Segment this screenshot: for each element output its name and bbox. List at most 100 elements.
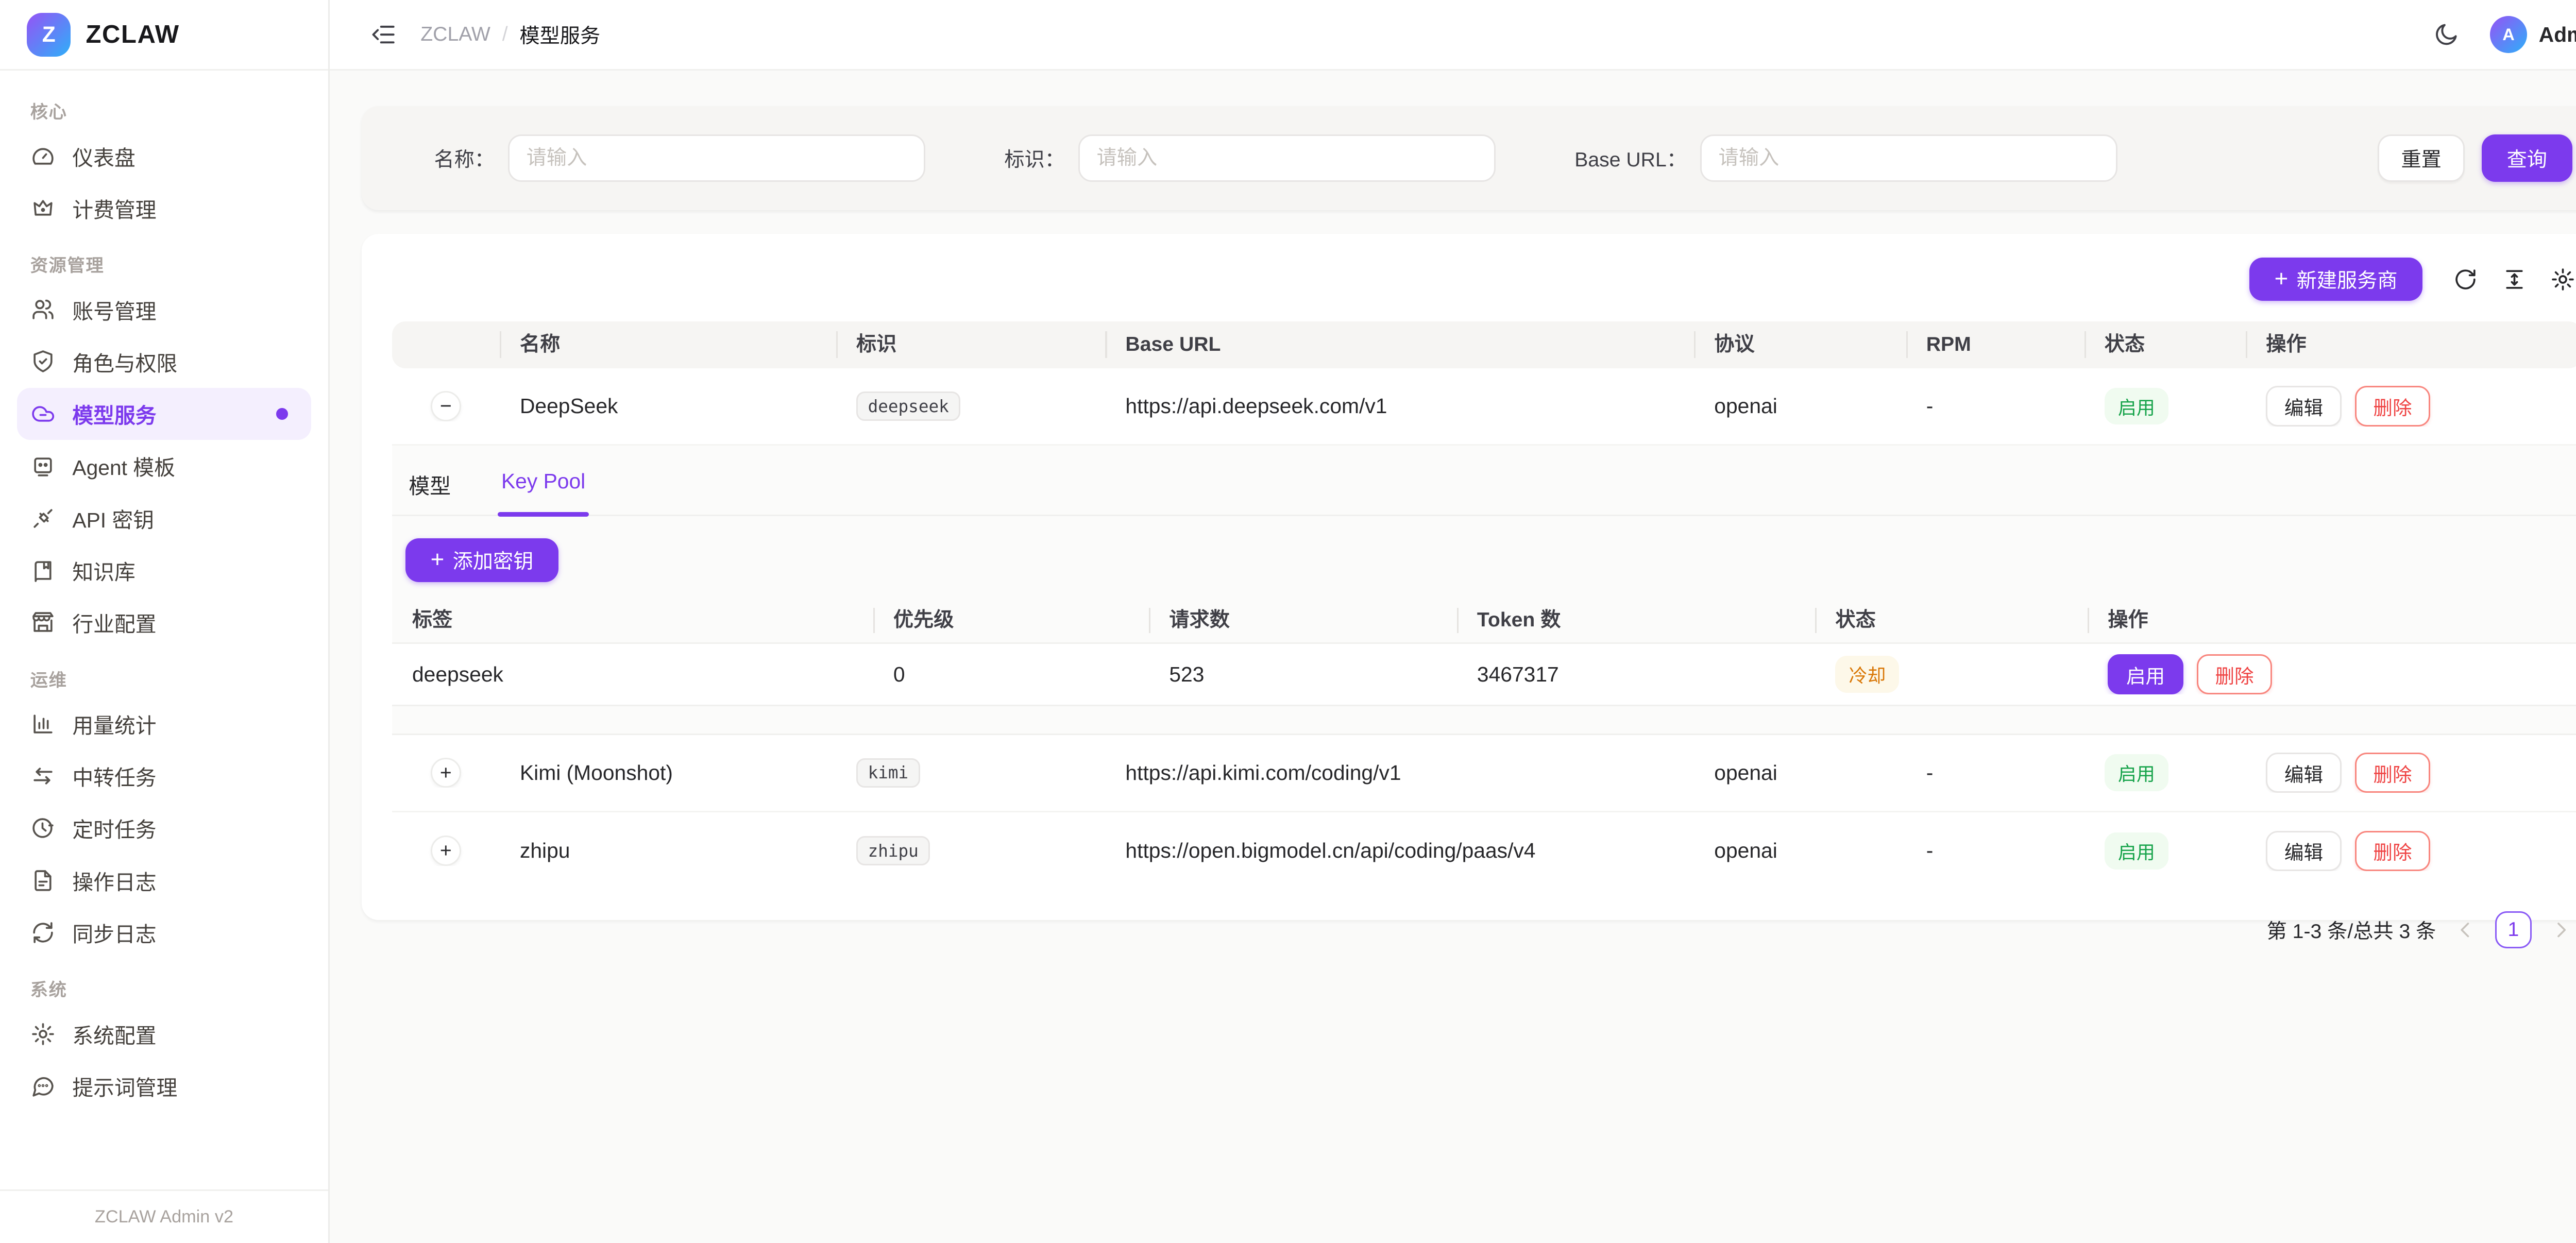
provider-tag-badge: zhipu [856, 836, 930, 865]
sidebar-footer: ZCLAW Admin v2 [0, 1189, 328, 1243]
provider-rpm: - [1906, 761, 2084, 785]
sidebar-item-sync-logs[interactable]: 同步日志 [17, 907, 312, 959]
collapse-row-button[interactable]: − [431, 391, 461, 421]
shield-check-icon [30, 349, 56, 374]
add-key-label: 添加密钥 [453, 546, 534, 574]
add-key-button[interactable]: + 添加密钥 [405, 538, 558, 582]
provider-base-url: https://open.bigmodel.cn/api/coding/paas… [1105, 839, 1694, 863]
app-root: Z ZCLAW 核心 仪表盘 计费管理 资源管理 账号管理 角色与权限 [0, 0, 2576, 1243]
name-input[interactable] [508, 134, 925, 181]
edit-button[interactable]: 编辑 [2266, 753, 2341, 793]
filter-slug: 标识： [1004, 134, 1495, 181]
header-protocol: 协议 [1694, 331, 1906, 358]
dark-mode-toggle[interactable] [2426, 14, 2466, 55]
delete-button[interactable]: 删除 [2355, 753, 2430, 793]
store-icon [30, 610, 56, 635]
expand-row-button[interactable]: + [431, 836, 461, 866]
filter-base-url-label: Base URL： [1574, 144, 1687, 173]
collapse-sidebar-button[interactable] [363, 14, 403, 55]
header-tag: 标识 [836, 331, 1105, 358]
provider-protocol: openai [1694, 839, 1906, 863]
breadcrumb: ZCLAW / 模型服务 [420, 20, 600, 49]
sidebar-item-relay-tasks[interactable]: 中转任务 [17, 750, 312, 802]
provider-tag-badge: kimi [856, 758, 920, 788]
next-page-button[interactable] [2547, 916, 2575, 944]
prev-page-button[interactable] [2451, 916, 2480, 944]
edit-button[interactable]: 编辑 [2266, 831, 2341, 871]
sidebar-item-operation-logs[interactable]: 操作日志 [17, 854, 312, 906]
gear-icon [2550, 267, 2575, 292]
status-badge: 启用 [2105, 388, 2168, 425]
edit-button[interactable]: 编辑 [2266, 386, 2341, 426]
expand-row-button[interactable]: + [431, 758, 461, 788]
panel-collapse-icon [370, 21, 397, 48]
filter-actions: 重置 查询 [2378, 134, 2572, 181]
provider-protocol: openai [1694, 394, 1906, 418]
table-settings-button[interactable] [2544, 260, 2576, 298]
sidebar-item-dashboard[interactable]: 仪表盘 [17, 130, 312, 182]
sidebar-item-model-services[interactable]: 模型服务 [17, 388, 312, 440]
sidebar-item-system-config[interactable]: 系统配置 [17, 1008, 312, 1060]
provider-rpm: - [1906, 839, 2084, 863]
slug-input[interactable] [1078, 134, 1496, 181]
delete-key-button[interactable]: 删除 [2197, 654, 2272, 694]
base-url-input[interactable] [1700, 134, 2117, 181]
header-status: 状态 [2084, 331, 2246, 358]
tab-key-pool[interactable]: Key Pool [498, 466, 588, 515]
create-provider-label: 新建服务商 [2297, 265, 2398, 294]
tab-models[interactable]: 模型 [405, 466, 454, 515]
search-button[interactable]: 查询 [2482, 134, 2572, 181]
sidebar-item-label: 知识库 [72, 555, 135, 586]
cloud-icon [30, 401, 56, 427]
filter-bar: 名称： 标识： Base URL： 重置 查询 [362, 106, 2576, 210]
sidebar-item-label: 行业配置 [72, 607, 156, 638]
reset-button[interactable]: 重置 [2378, 134, 2465, 181]
row-height-icon [2502, 267, 2527, 292]
header-expand-col [392, 331, 500, 358]
sidebar-item-label: 仪表盘 [72, 141, 135, 172]
table-toolbar: + 新建服务商 [392, 234, 2576, 321]
bot-icon [30, 453, 56, 479]
avatar: A [2490, 16, 2527, 53]
sidebar-item-roles[interactable]: 角色与权限 [17, 336, 312, 388]
delete-button[interactable]: 删除 [2355, 386, 2430, 426]
key-header-actions: 操作 [2088, 608, 2576, 633]
provider-name: DeepSeek [500, 394, 836, 418]
providers-card: + 新建服务商 名称 标识 Base URL 协议 RPM 状态 操作 [362, 234, 2576, 920]
table-row: + zhipu zhipu https://open.bigmodel.cn/a… [392, 812, 2576, 890]
sidebar-item-label: 中转任务 [72, 761, 156, 791]
topbar: ZCLAW / 模型服务 A Admin [330, 0, 2576, 71]
key-label: deepseek [392, 662, 873, 687]
sidebar-item-scheduled-tasks[interactable]: 定时任务 [17, 802, 312, 854]
moon-icon [2433, 21, 2460, 48]
delete-button[interactable]: 删除 [2355, 831, 2430, 871]
sidebar-item-label: 提示词管理 [72, 1071, 177, 1101]
sidebar-item-knowledge-base[interactable]: 知识库 [17, 544, 312, 597]
sidebar-item-agent-templates[interactable]: Agent 模板 [17, 440, 312, 492]
refresh-button[interactable] [2446, 260, 2485, 298]
sidebar-item-label: API 密钥 [72, 503, 154, 534]
sidebar-item-billing[interactable]: 计费管理 [17, 182, 312, 234]
create-provider-button[interactable]: + 新建服务商 [2249, 258, 2422, 301]
page-1-button[interactable]: 1 [2495, 911, 2532, 948]
notification-dot [276, 408, 288, 420]
key-row: deepseek 0 523 3467317 冷却 启用 删除 [392, 642, 2576, 706]
sidebar-item-industry-config[interactable]: 行业配置 [17, 597, 312, 649]
plus-icon: + [431, 548, 445, 571]
sidebar-item-usage-stats[interactable]: 用量统计 [17, 698, 312, 750]
sidebar-item-label: 计费管理 [72, 193, 156, 224]
sidebar-item-prompt-management[interactable]: 提示词管理 [17, 1060, 312, 1112]
enable-key-button[interactable]: 启用 [2108, 654, 2183, 694]
sidebar-item-accounts[interactable]: 账号管理 [17, 284, 312, 336]
sidebar-item-api-keys[interactable]: API 密钥 [17, 492, 312, 544]
sidebar: Z ZCLAW 核心 仪表盘 计费管理 资源管理 账号管理 角色与权限 [0, 0, 330, 1243]
expanded-panel: 模型 Key Pool + 添加密钥 标签 优先级 请求数 Token 数 状态… [392, 446, 2576, 735]
table-row: − DeepSeek deepseek https://api.deepseek… [392, 368, 2576, 446]
section-label-system: 系统 [17, 959, 312, 1008]
breadcrumb-root[interactable]: ZCLAW [420, 23, 490, 46]
sidebar-item-label: 系统配置 [72, 1019, 156, 1049]
user-menu[interactable]: A Admin [2490, 16, 2576, 53]
row-density-button[interactable] [2495, 260, 2534, 298]
sidebar-item-label: 操作日志 [72, 865, 156, 896]
table-row: + Kimi (Moonshot) kimi https://api.kimi.… [392, 735, 2576, 812]
